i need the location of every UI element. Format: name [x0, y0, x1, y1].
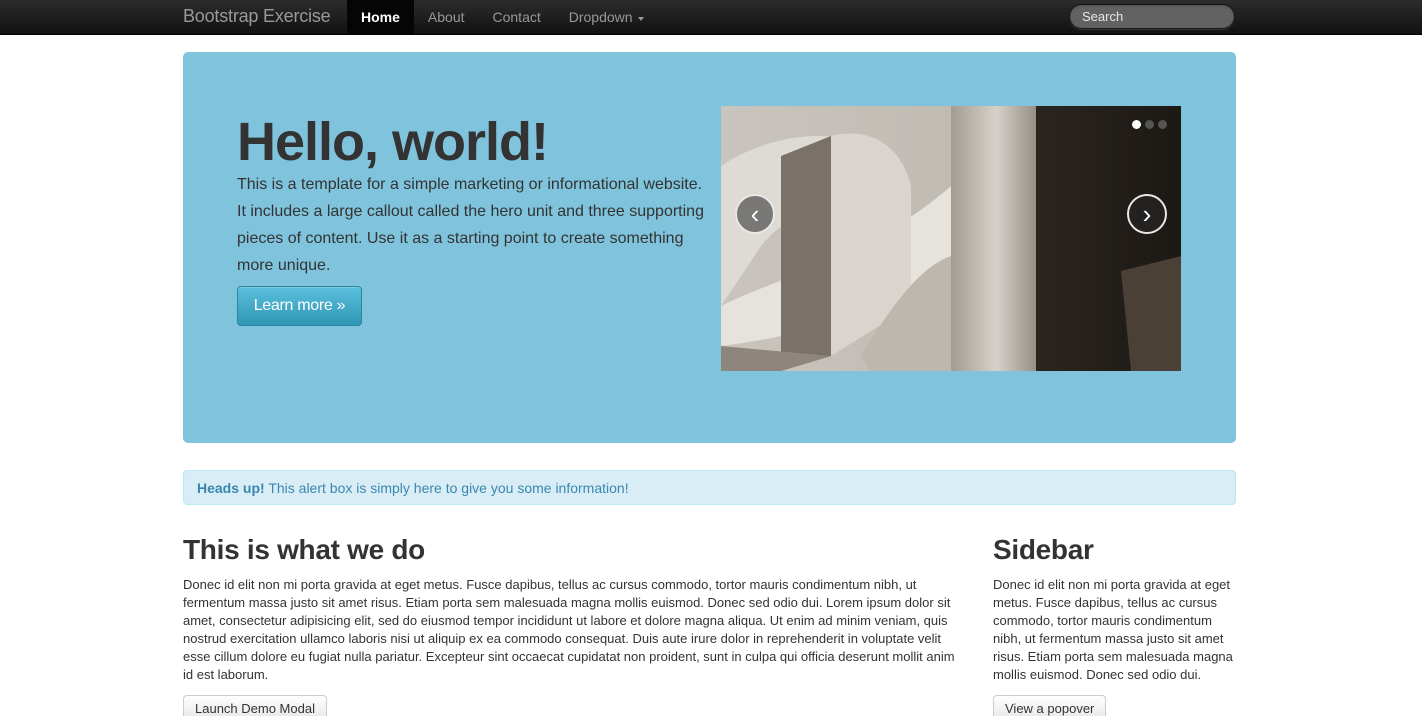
sidebar: Sidebar Donec id elit non mi porta gravi…: [993, 533, 1238, 716]
hero-title: Hello, world!: [237, 112, 549, 172]
launch-demo-modal-button[interactable]: Launch Demo Modal: [183, 695, 327, 716]
chevron-right-icon: ›: [1142, 199, 1152, 229]
brand-link[interactable]: Bootstrap Exercise: [183, 6, 331, 27]
carousel-indicator[interactable]: [1158, 120, 1167, 129]
sidebar-text: Donec id elit non mi porta gravida at eg…: [993, 577, 1233, 682]
main-heading: This is what we do: [183, 534, 425, 565]
learn-more-button[interactable]: Learn more »: [237, 286, 362, 326]
carousel-indicators: [1132, 120, 1167, 129]
carousel-slide-image: [721, 106, 1181, 371]
alert-text: This alert box is simply here to give yo…: [264, 480, 629, 496]
alert-strong-text: Heads up!: [197, 480, 265, 496]
nav-item-about[interactable]: About: [414, 0, 479, 35]
search-input[interactable]: [1069, 4, 1235, 29]
navbar: Bootstrap Exercise Home About Contact Dr…: [0, 0, 1422, 35]
nav-item-label: About: [427, 9, 465, 25]
info-alert: Heads up! This alert box is simply here …: [183, 470, 1236, 505]
nav-menu: Home About Contact Dropdown: [347, 0, 658, 35]
chevron-left-icon: ‹: [750, 199, 760, 229]
carousel-indicator[interactable]: [1132, 120, 1141, 129]
carousel-prev-button[interactable]: ‹: [735, 194, 775, 234]
main-text: Donec id elit non mi porta gravida at eg…: [183, 577, 955, 682]
carousel: ‹ ›: [721, 106, 1181, 371]
hero-unit: Hello, world! This is a template for a s…: [183, 52, 1236, 443]
view-popover-button[interactable]: View a popover: [993, 695, 1107, 716]
nav-item-dropdown[interactable]: Dropdown: [555, 0, 658, 35]
nav-item-label: Contact: [492, 9, 541, 25]
carousel-indicator[interactable]: [1145, 120, 1154, 129]
hero-text: This is a template for a simple marketin…: [237, 176, 704, 274]
nav-item-label: Dropdown: [568, 9, 633, 25]
carousel-next-button[interactable]: ›: [1127, 194, 1167, 234]
nav-item-label: Home: [361, 9, 400, 25]
caret-down-icon: [637, 16, 644, 21]
sidebar-heading: Sidebar: [993, 534, 1094, 565]
nav-item-contact[interactable]: Contact: [479, 0, 555, 35]
main-content: This is what we do Donec id elit non mi …: [183, 533, 958, 716]
nav-item-home[interactable]: Home: [347, 0, 414, 35]
